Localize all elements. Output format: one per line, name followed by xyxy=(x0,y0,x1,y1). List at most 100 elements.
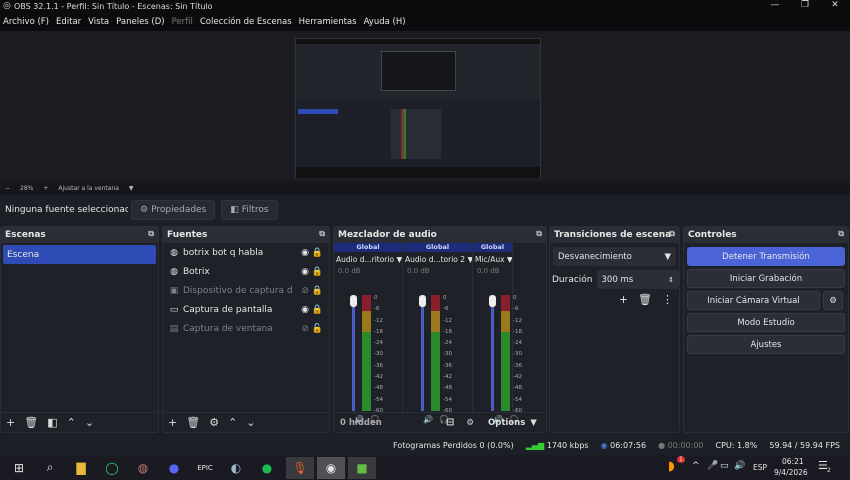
float-icon[interactable]: ⧉ xyxy=(669,229,675,239)
zoom-in-button[interactable]: + xyxy=(43,185,48,192)
lock-icon[interactable]: 🔒 xyxy=(312,305,323,315)
start-icon[interactable]: ⊞ xyxy=(7,457,31,479)
layout-icon[interactable]: ⊟ xyxy=(446,417,454,428)
gear-icon: ⚙ xyxy=(829,295,837,306)
obs-taskbar-icon[interactable]: ◉ xyxy=(317,456,345,479)
chevron-down-icon[interactable]: ▼ xyxy=(530,418,537,428)
scene-item[interactable]: Escena xyxy=(3,245,156,264)
chevron-down-icon[interactable]: ▼ xyxy=(129,185,134,192)
menu-view[interactable]: Vista xyxy=(85,17,113,27)
discord-icon[interactable]: ● xyxy=(162,457,186,479)
channel-name-select[interactable]: Audio d...ritorio ▼ xyxy=(334,252,402,267)
spinner-icon[interactable]: ⇕ xyxy=(668,276,674,284)
meter-tick: 0 xyxy=(513,295,517,301)
epic-games-icon[interactable]: EPIC xyxy=(193,457,217,479)
source-item[interactable]: ◍ botrix bot q habla ◉ 🔒 xyxy=(163,243,329,262)
fit-window-select[interactable]: Ajustar a la ventana xyxy=(58,185,119,192)
virtual-camera-button[interactable]: Iniciar Cámara Virtual xyxy=(687,291,820,310)
whatsapp-icon[interactable]: ◯ xyxy=(100,457,124,479)
trash-icon[interactable]: 🗑 xyxy=(638,293,652,306)
minimize-button[interactable]: — xyxy=(760,0,790,13)
advanced-audio-icon[interactable]: ⚙ xyxy=(466,418,474,428)
chevron-down-icon[interactable]: ⌄ xyxy=(85,416,94,429)
duration-input[interactable]: 300 ms ⇕ xyxy=(596,270,679,289)
start-recording-button[interactable]: Iniciar Grabación xyxy=(687,269,845,288)
float-icon[interactable]: ⧉ xyxy=(319,229,325,239)
microphone-icon[interactable]: 🎤 xyxy=(707,461,718,471)
meter-tick: -6 xyxy=(513,306,519,313)
steam-icon[interactable]: ◐ xyxy=(224,457,248,479)
menu-help[interactable]: Ayuda (H) xyxy=(361,17,410,27)
filter-icon[interactable]: ◧ xyxy=(47,416,57,429)
lock-icon[interactable]: 🔒 xyxy=(312,267,323,277)
eye-hidden-icon[interactable]: ⊘ xyxy=(301,286,309,296)
lock-icon[interactable]: 🔒 xyxy=(312,286,323,296)
source-item[interactable]: ◍ Botrix ◉ 🔒 xyxy=(163,262,329,281)
meter-tick: 0 xyxy=(374,295,378,301)
source-item[interactable]: ▣ Dispositivo de captura de vide ⊘🔒 xyxy=(163,281,329,300)
chevron-up-icon[interactable]: ⌃ xyxy=(67,416,76,429)
eye-icon[interactable]: ◉ xyxy=(301,267,309,277)
add-icon[interactable]: + xyxy=(619,293,628,306)
filters-button[interactable]: ◧ Filtros xyxy=(221,200,278,220)
volume-slider-handle[interactable] xyxy=(419,295,426,307)
stop-stream-button[interactable]: Detener Transmisión xyxy=(687,247,845,266)
gear-icon[interactable]: ⚙ xyxy=(209,416,219,429)
file-explorer-icon[interactable]: ▇ xyxy=(69,457,93,479)
close-button[interactable]: ✕ xyxy=(820,0,850,13)
float-icon[interactable]: ⧉ xyxy=(148,229,154,239)
menu-docks[interactable]: Paneles (D) xyxy=(113,17,168,27)
add-icon[interactable]: + xyxy=(168,416,177,429)
language-indicator[interactable]: ESP xyxy=(753,463,767,472)
eye-hidden-icon[interactable]: ⊘ xyxy=(301,324,309,334)
source-item[interactable]: ▤ Captura de ventana ⊘ 🔓 xyxy=(163,319,329,338)
menu-file[interactable]: Archivo (F) xyxy=(0,17,53,27)
lock-icon[interactable]: 🔒 xyxy=(312,248,323,258)
maximize-button[interactable]: ❐ xyxy=(790,0,820,13)
add-icon[interactable]: + xyxy=(6,416,15,429)
more-icon[interactable]: ⋮ xyxy=(662,293,673,306)
tray-app-icon[interactable]: ◗ xyxy=(668,459,675,474)
properties-button[interactable]: ⚙ Propiedades xyxy=(131,200,216,220)
virtual-camera-settings-button[interactable]: ⚙ xyxy=(823,291,843,310)
search-icon[interactable]: ⌕ xyxy=(38,457,62,479)
transition-select[interactable]: Desvanecimiento ▼ xyxy=(553,247,676,266)
volume-slider-track[interactable] xyxy=(421,299,424,411)
channel-volume: 0.0 dB xyxy=(338,267,361,275)
trash-icon[interactable]: 🗑 xyxy=(186,416,200,429)
app-icon[interactable]: ◍ xyxy=(131,457,155,479)
channel-name-select[interactable]: Mic/Aux ▼ xyxy=(473,252,512,267)
menu-scene-collection[interactable]: Colección de Escenas xyxy=(197,17,296,27)
channel-name-select[interactable]: Audio d...torio 2 ▼ xyxy=(403,252,472,267)
volume-slider-track[interactable] xyxy=(352,299,355,411)
volume-slider-handle[interactable] xyxy=(350,295,357,307)
eye-icon[interactable]: ◉ xyxy=(301,305,309,315)
stream-icon: ◉ xyxy=(600,440,608,450)
chevron-up-icon[interactable]: ⌃ xyxy=(228,416,237,429)
unlock-icon[interactable]: 🔓 xyxy=(312,324,323,334)
options-button[interactable]: Options xyxy=(488,418,525,428)
zoom-out-button[interactable]: − xyxy=(5,185,10,192)
chevron-down-icon[interactable]: ⌄ xyxy=(246,416,255,429)
volume-slider-track[interactable] xyxy=(491,299,494,411)
menu-edit[interactable]: Editar xyxy=(53,17,85,27)
clock-date[interactable]: 9/4/2026 xyxy=(774,468,808,477)
selected-source-label: Ninguna fuente seleccionad xyxy=(5,205,128,215)
minecraft-icon[interactable]: ■ xyxy=(348,456,376,479)
spotify-icon[interactable]: ● xyxy=(255,457,279,479)
source-item[interactable]: ▭ Captura de pantalla ◉ 🔒 xyxy=(163,300,329,319)
float-icon[interactable]: ⧉ xyxy=(536,229,542,239)
clock-time[interactable]: 06:21 xyxy=(782,457,804,466)
eye-icon[interactable]: ◉ xyxy=(301,248,309,258)
network-icon[interactable]: ▭ xyxy=(720,461,729,471)
float-icon[interactable]: ⧉ xyxy=(838,229,844,239)
menu-profile[interactable]: Perfil xyxy=(169,17,197,27)
volume-icon[interactable]: 🔊 xyxy=(734,461,745,471)
studio-mode-button[interactable]: Modo Estudio xyxy=(687,313,845,332)
volume-slider-handle[interactable] xyxy=(489,295,496,307)
trash-icon[interactable]: 🗑 xyxy=(24,416,38,429)
microphone-app-icon[interactable]: 🎙 xyxy=(286,456,314,479)
chevron-up-icon[interactable]: ^ xyxy=(692,461,700,471)
settings-button[interactable]: Ajustes xyxy=(687,335,845,354)
menu-tools[interactable]: Herramientas xyxy=(296,17,361,27)
